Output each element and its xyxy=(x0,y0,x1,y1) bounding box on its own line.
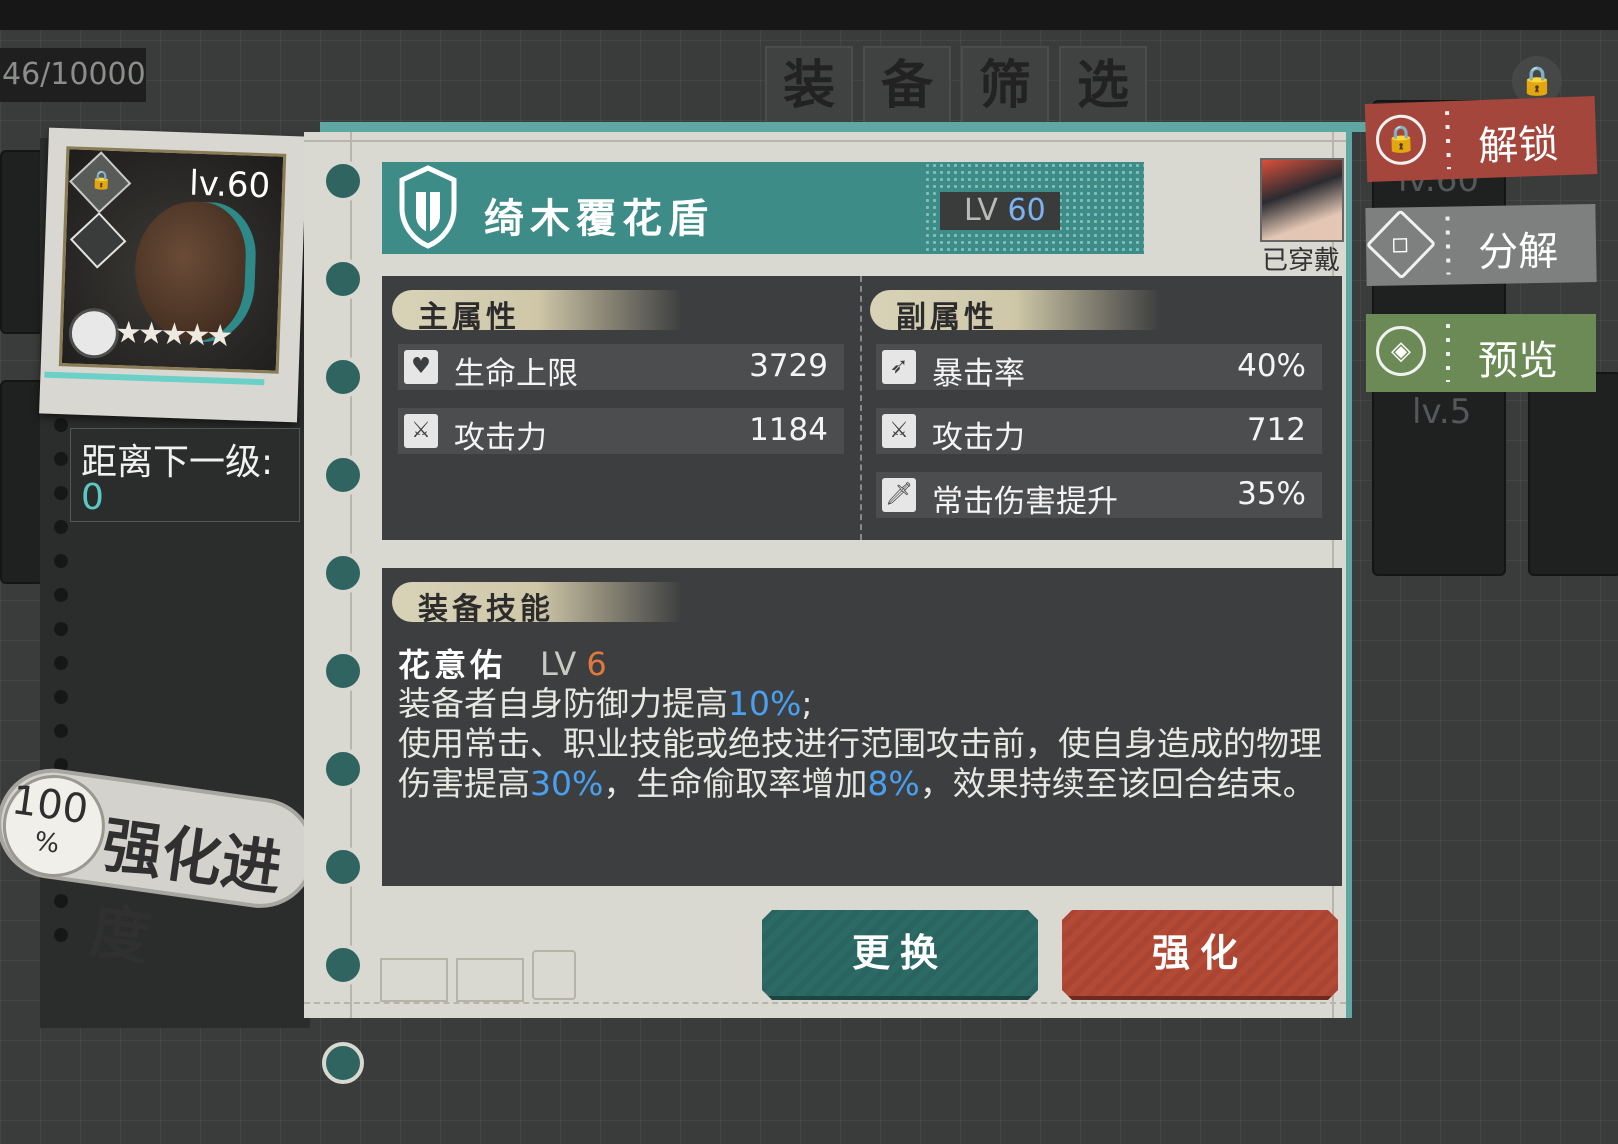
decorative-stamps xyxy=(380,940,750,1002)
stat-row-normal-attack-damage: 🗡 常击伤害提升 35% xyxy=(876,472,1322,520)
skill-description: 装备者自身防御力提高10%; 使用常击、职业技能或绝技进行范围攻击前，使自身造成… xyxy=(398,684,1333,804)
equipment-level-value: 60 xyxy=(1007,193,1046,228)
card-right-edge xyxy=(1346,132,1352,1018)
disassemble-button[interactable]: ◇ 分解 xyxy=(1365,203,1597,287)
inventory-counter: 46/10000 xyxy=(0,48,146,102)
disassemble-icon: ◇ xyxy=(1365,209,1437,280)
background-equipment-card[interactable] xyxy=(0,150,44,334)
next-level-label: 距离下一级: xyxy=(81,442,274,483)
skill-name: 花意佑 xyxy=(398,646,507,684)
filter-char: 筛 xyxy=(961,46,1049,126)
skill-description-line: 使用常击、职业技能或绝技进行范围攻击前，使自身造成的物理伤害提高30%，生命偷取… xyxy=(398,724,1322,803)
equipment-thumbnail-photo: 🔒 lv.60 ★★★★★ xyxy=(58,146,287,374)
skill-level: LV 6 xyxy=(540,645,607,683)
experience-bar xyxy=(44,371,265,386)
progress-percent-sign: % xyxy=(32,826,62,860)
crit-arrow-icon: ➶ xyxy=(882,350,916,384)
equipment-level: LV 60 xyxy=(940,192,1060,230)
stat-row-attack: ⚔ 攻击力 712 xyxy=(876,408,1322,456)
disassemble-label: 分解 xyxy=(1477,228,1559,277)
enhance-button[interactable]: 强化 xyxy=(1062,910,1338,1000)
crossed-swords-icon: ⚔ xyxy=(404,414,438,448)
equipment-name: 绮木覆花盾 xyxy=(484,195,714,242)
progress-label: 强化进度 xyxy=(85,810,286,975)
thumbnail-level: lv.60 xyxy=(188,163,271,207)
preview-button[interactable]: ◈ 预览 xyxy=(1366,314,1596,392)
unlock-label: 解锁 xyxy=(1477,121,1560,171)
preview-label: 预览 xyxy=(1478,338,1558,384)
binder-rings xyxy=(322,160,364,1084)
main-stats-header: 主属性 xyxy=(392,290,682,335)
sword-icon: 🗡 xyxy=(882,478,916,512)
lock-icon: 🔒 xyxy=(1375,113,1427,166)
filter-char: 装 xyxy=(765,46,853,126)
equipment-filter-title[interactable]: 装 备 筛 选 xyxy=(765,46,1147,126)
unlock-button[interactable]: 🔒 解锁 xyxy=(1364,96,1598,182)
next-level-box: 距离下一级: 0 xyxy=(70,428,300,522)
top-bar xyxy=(0,0,1618,30)
next-level-value: 0 xyxy=(81,477,104,518)
stat-row-hp: ♥ 生命上限 3729 xyxy=(398,344,844,392)
shield-icon xyxy=(399,165,457,249)
shield-icon xyxy=(68,307,120,360)
stat-row-crit-rate: ➶ 暴击率 40% xyxy=(876,344,1322,392)
equipment-thumbnail[interactable]: 🔒 lv.60 ★★★★★ xyxy=(39,127,307,423)
stat-row-attack: ⚔ 攻击力 1184 xyxy=(398,408,844,456)
heart-icon: ♥ xyxy=(404,350,438,384)
star-rating: ★★★★★ xyxy=(114,315,230,354)
lock-icon: 🔒 xyxy=(69,151,132,214)
skill-description-line: 装备者自身防御力提高10%; xyxy=(398,684,813,723)
crossed-swords-icon: ⚔ xyxy=(882,414,916,448)
sub-stats-header: 副属性 xyxy=(870,290,1160,335)
background-card-level: lv.5 xyxy=(1412,392,1472,432)
equipment-type-icon xyxy=(69,212,127,269)
background-equipment-card[interactable] xyxy=(0,380,44,584)
skill-header: 装备技能 xyxy=(392,582,682,627)
preview-icon: ◈ xyxy=(1376,326,1426,376)
background-equipment-card[interactable] xyxy=(1528,372,1618,576)
filter-char: 备 xyxy=(863,46,951,126)
skill-level-value: 6 xyxy=(586,645,607,683)
worn-status: 已穿戴 xyxy=(1262,246,1341,276)
card-top-edge xyxy=(320,122,1370,132)
replace-button[interactable]: 更换 xyxy=(762,910,1038,1000)
filter-char: 选 xyxy=(1059,46,1147,126)
wearer-avatar[interactable] xyxy=(1260,158,1344,242)
